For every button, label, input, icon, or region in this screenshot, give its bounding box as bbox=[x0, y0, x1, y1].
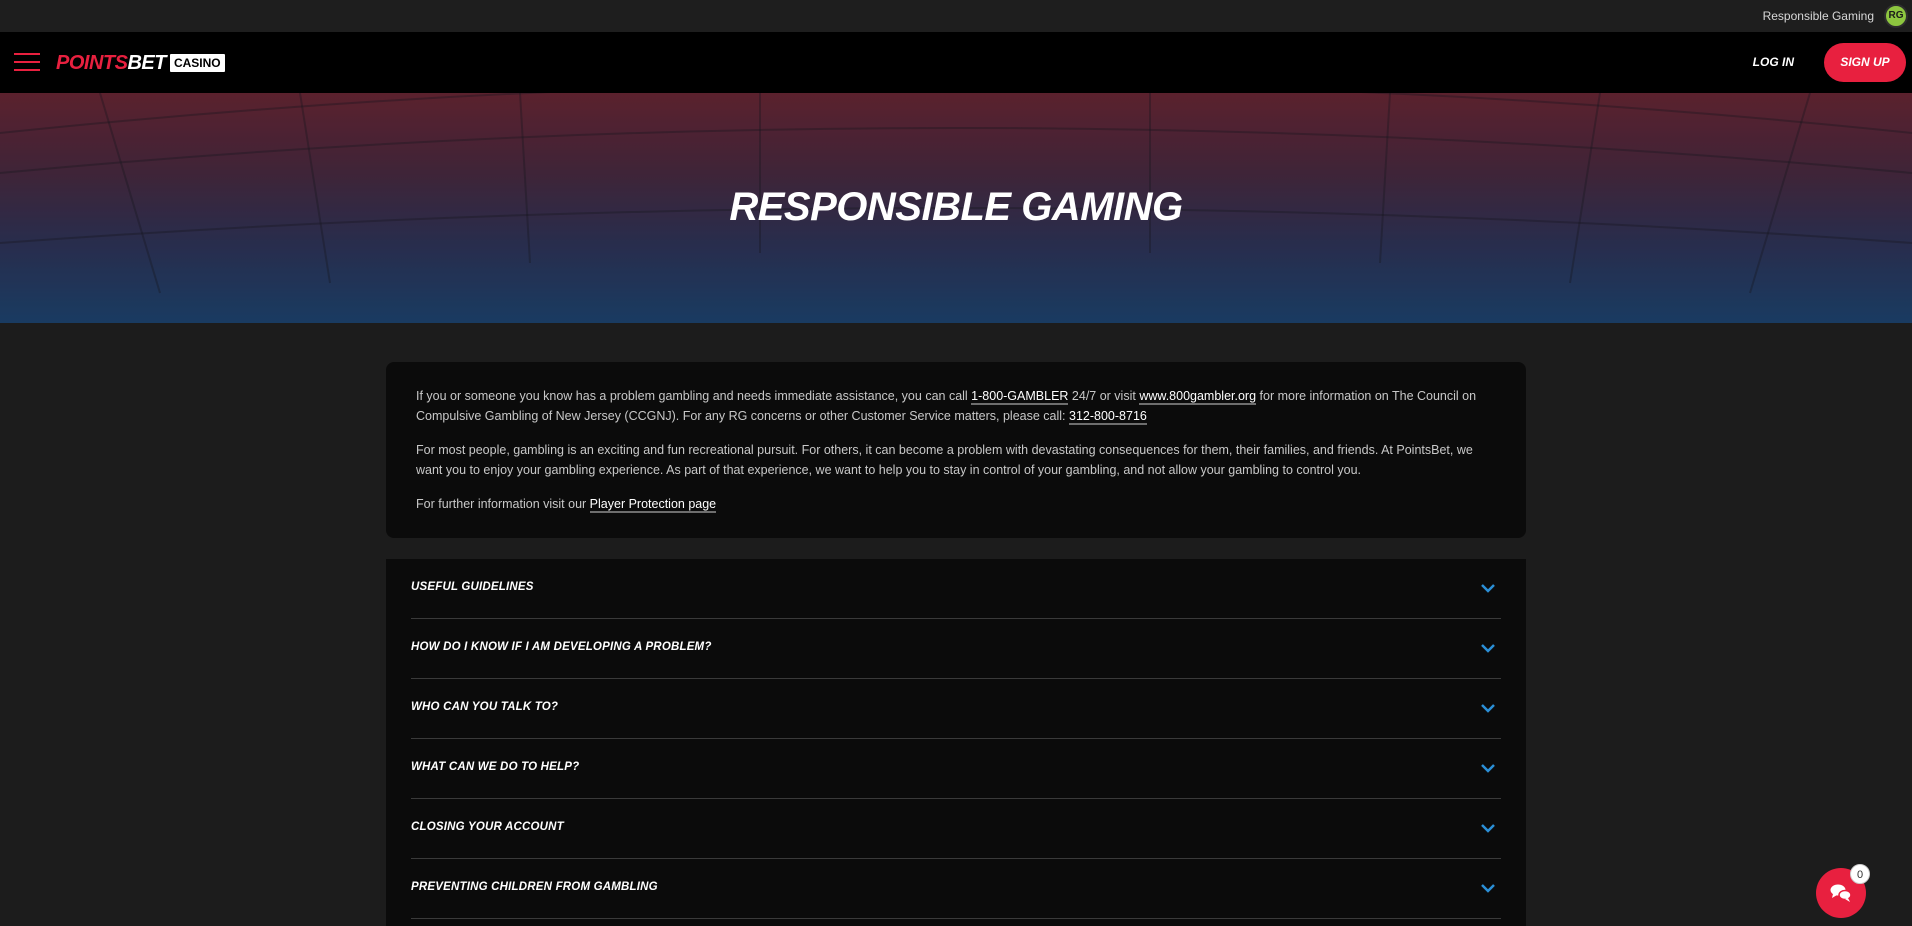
faq-accordion: USEFUL GUIDELINES HOW DO I KNOW IF I AM … bbox=[386, 559, 1526, 926]
signup-button[interactable]: SIGN UP bbox=[1824, 43, 1906, 82]
chevron-down-icon bbox=[1481, 824, 1495, 833]
player-protection-link[interactable]: Player Protection page bbox=[589, 497, 717, 513]
chevron-down-icon bbox=[1481, 584, 1495, 593]
accordion-item-useful-guidelines[interactable]: USEFUL GUIDELINES bbox=[411, 559, 1501, 619]
accordion-item-what-can-we-do[interactable]: WHAT CAN WE DO TO HELP? bbox=[411, 739, 1501, 799]
accordion-label: CLOSING YOUR ACCOUNT bbox=[411, 821, 564, 833]
chevron-down-icon bbox=[1481, 764, 1495, 773]
intro-text: If you or someone you know has a problem… bbox=[416, 389, 972, 403]
chevron-down-icon bbox=[1481, 884, 1495, 893]
logo-bet-text: BET bbox=[127, 51, 166, 74]
accordion-label: WHO CAN YOU TALK TO? bbox=[411, 701, 559, 713]
top-utility-bar: Responsible Gaming RG bbox=[0, 0, 1912, 32]
accordion-item-closing-account[interactable]: CLOSING YOUR ACCOUNT bbox=[411, 799, 1501, 859]
customer-service-phone-link[interactable]: 312-800-8716 bbox=[1069, 409, 1147, 425]
800gambler-website-link[interactable]: www.800gambler.org bbox=[1139, 389, 1257, 405]
responsible-gaming-link[interactable]: Responsible Gaming bbox=[1763, 9, 1874, 23]
accordion-label: HOW DO I KNOW IF I AM DEVELOPING A PROBL… bbox=[411, 641, 712, 653]
logo-points-text: POINTS bbox=[56, 51, 128, 74]
accordion-label: WHAT CAN WE DO TO HELP? bbox=[411, 761, 580, 773]
intro-text: For further information visit our bbox=[416, 497, 590, 511]
hero-banner: RESPONSIBLE GAMING bbox=[0, 93, 1912, 323]
rg-badge-icon[interactable]: RG bbox=[1884, 4, 1908, 28]
accordion-label: USEFUL GUIDELINES bbox=[411, 581, 534, 593]
phone-gambler-link[interactable]: 1-800-GAMBLER bbox=[971, 389, 1069, 405]
hamburger-icon[interactable] bbox=[14, 53, 40, 73]
pointsbet-casino-logo[interactable]: POINTS BET CASINO bbox=[56, 52, 225, 74]
chat-unread-count: 0 bbox=[1850, 864, 1870, 884]
chat-bubbles-icon bbox=[1830, 884, 1852, 902]
intro-paragraph-1: If you or someone you know has a problem… bbox=[416, 386, 1496, 426]
intro-card: If you or someone you know has a problem… bbox=[386, 362, 1526, 538]
chevron-down-icon bbox=[1481, 644, 1495, 653]
intro-paragraph-3: For further information visit our Player… bbox=[416, 494, 1496, 514]
login-button[interactable]: LOG IN bbox=[1753, 55, 1794, 69]
accordion-label: PREVENTING CHILDREN FROM GAMBLING bbox=[411, 881, 658, 893]
chevron-down-icon bbox=[1481, 704, 1495, 713]
accordion-item-developing-problem[interactable]: HOW DO I KNOW IF I AM DEVELOPING A PROBL… bbox=[411, 619, 1501, 679]
accordion-item-preventing-children[interactable]: PREVENTING CHILDREN FROM GAMBLING bbox=[411, 859, 1501, 919]
logo-casino-tag: CASINO bbox=[169, 54, 225, 72]
page-title: RESPONSIBLE GAMING bbox=[729, 185, 1183, 229]
accordion-item-who-to-talk-to[interactable]: WHO CAN YOU TALK TO? bbox=[411, 679, 1501, 739]
site-header: POINTS BET CASINO LOG IN SIGN UP bbox=[0, 32, 1912, 93]
intro-paragraph-2: For most people, gambling is an exciting… bbox=[416, 443, 1473, 477]
intro-text: 24/7 or visit bbox=[1068, 389, 1140, 403]
